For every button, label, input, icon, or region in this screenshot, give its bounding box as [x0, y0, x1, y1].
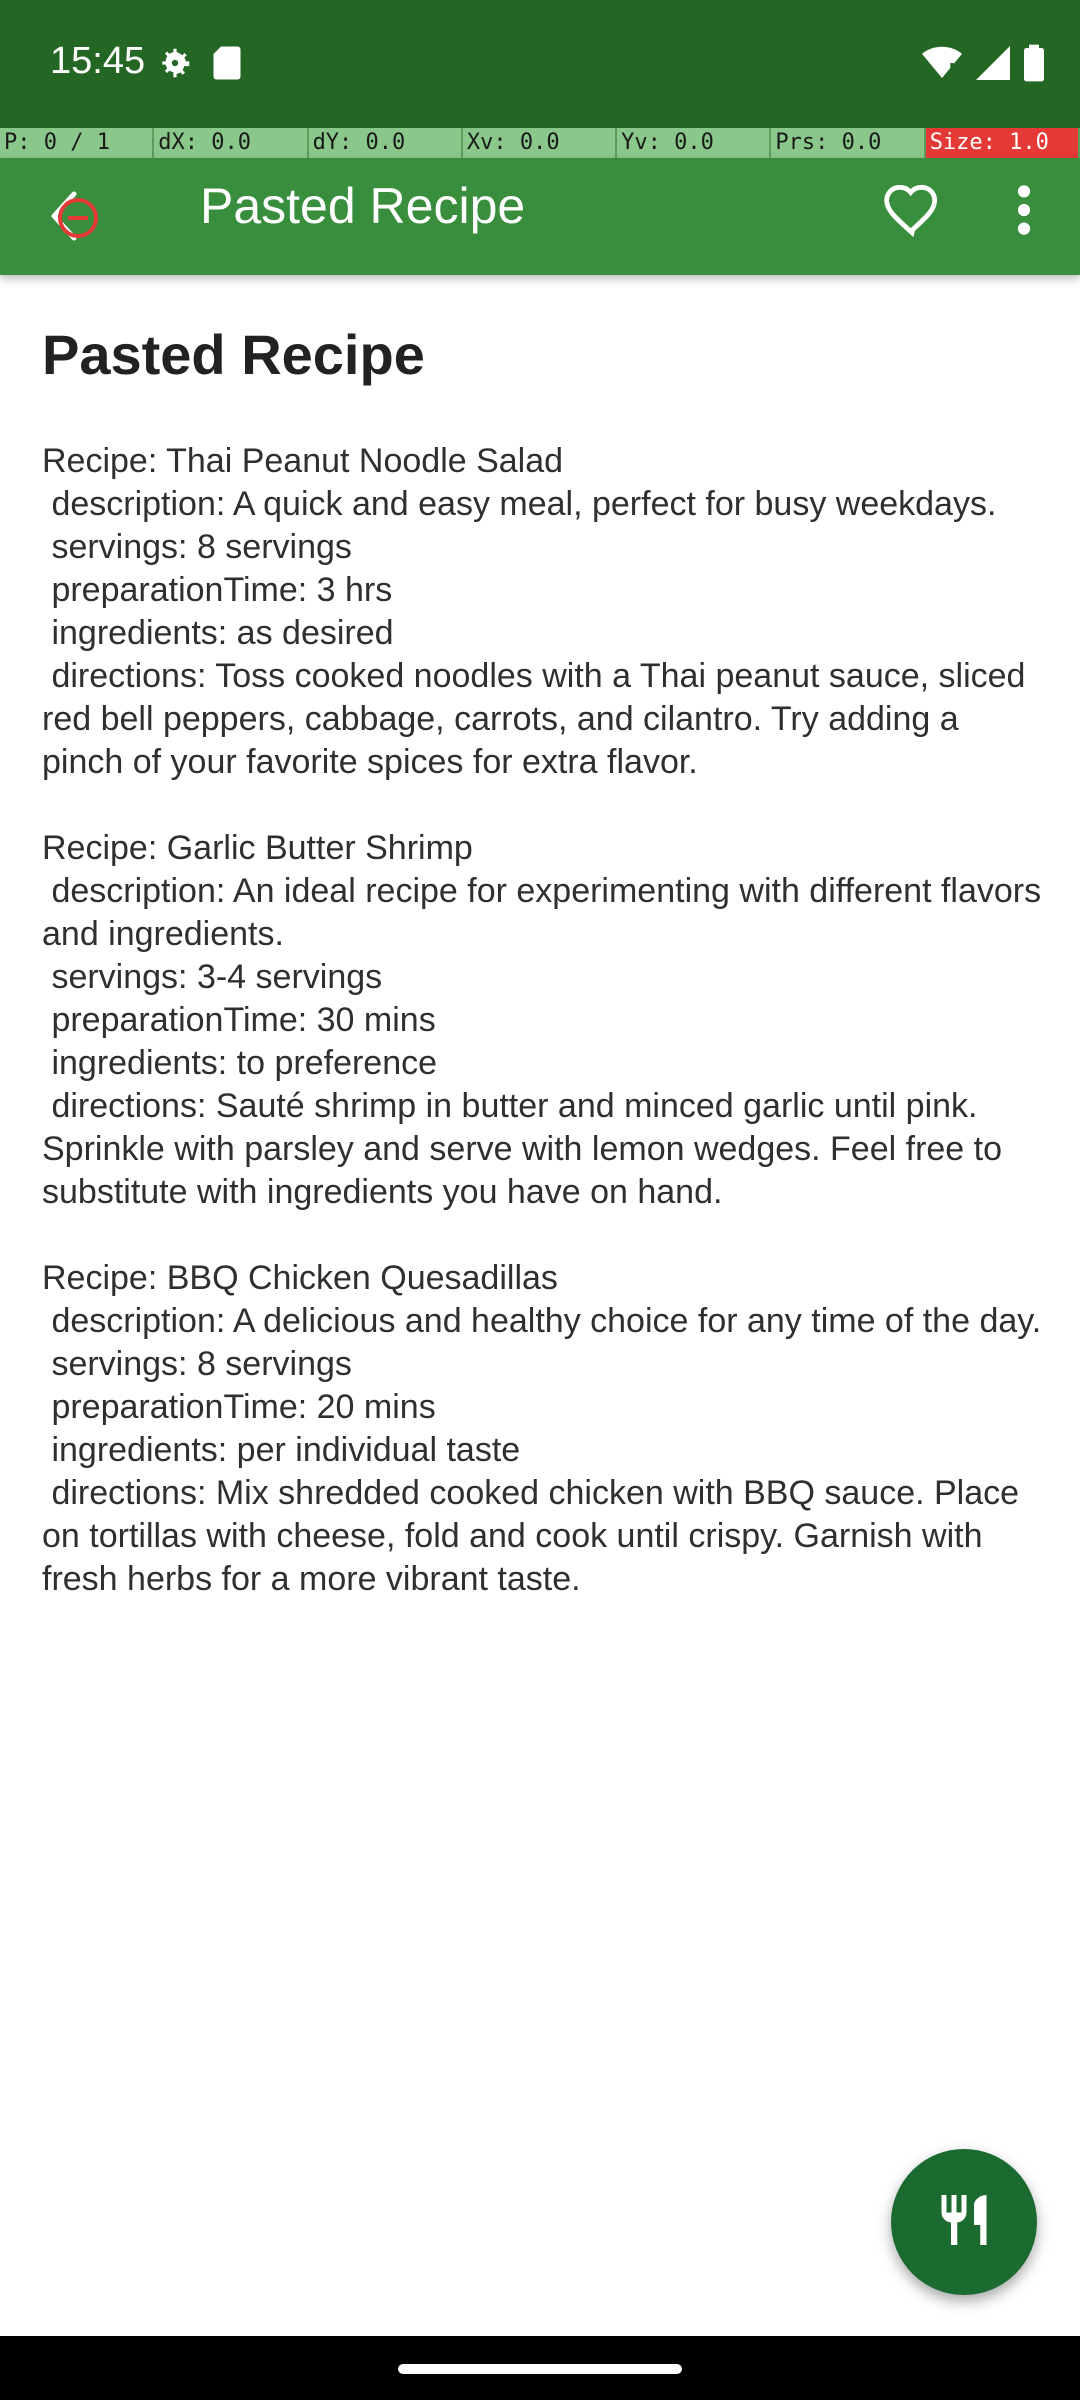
recipe-ingredients: ingredients: to preference: [42, 1044, 438, 1082]
system-nav-bar: [0, 2336, 1080, 2400]
recipe-servings: servings: 3-4 servings: [42, 958, 383, 996]
recipe-text: Recipe: Thai Peanut Noodle Salad descrip…: [42, 440, 1042, 1601]
recipe-ingredients: ingredients: as desired: [42, 614, 394, 652]
status-time: 15:45: [50, 40, 146, 82]
recipe-description: description: An ideal recipe for experim…: [42, 872, 1051, 953]
recipe-preparation-time: preparationTime: 30 mins: [42, 1001, 436, 1039]
restaurant-icon: [934, 2190, 994, 2255]
pointer-location-overlay: P: 0 / 1 dX: 0.0 dY: 0.0 Xv: 0.0 Yv: 0.0…: [0, 128, 1080, 158]
recipe-ingredients: ingredients: per individual taste: [42, 1431, 521, 1469]
pointer-size: Size: 1.0: [925, 128, 1080, 158]
recipe-directions: directions: Toss cooked noodles with a T…: [42, 657, 1035, 781]
recipe-block: Recipe: BBQ Chicken Quesadillas descript…: [42, 1257, 1042, 1601]
recipe-name: Recipe: Thai Peanut Noodle Salad: [42, 442, 564, 480]
recipe-name: Recipe: Garlic Butter Shrimp: [42, 829, 473, 867]
recipe-directions: directions: Mix shredded cooked chicken …: [42, 1474, 1029, 1598]
recipe-servings: servings: 8 servings: [42, 528, 352, 566]
wifi-icon: [922, 45, 962, 86]
pointer-yv: Yv: 0.0: [617, 128, 772, 158]
recipe-description: description: A delicious and healthy cho…: [42, 1302, 1042, 1340]
sd-card-icon: [212, 45, 242, 86]
pointer-xv: Xv: 0.0: [462, 128, 618, 158]
settings-icon: [156, 44, 194, 87]
status-bar: 15:45: [0, 0, 1080, 128]
cook-fab-button[interactable]: [891, 2149, 1037, 2295]
recipe-name: Recipe: BBQ Chicken Quesadillas: [42, 1259, 558, 1297]
battery-icon: [1024, 44, 1044, 87]
app-bar-title: Pasted Recipe: [200, 178, 526, 234]
recipe-block: Recipe: Garlic Butter Shrimp description…: [42, 827, 1042, 1214]
pointer-dy: dY: 0.0: [308, 128, 463, 158]
status-right-icons: [922, 44, 1044, 87]
pointer-dx: dX: 0.0: [154, 128, 309, 158]
back-icon[interactable]: [44, 184, 108, 248]
recipe-preparation-time: preparationTime: 3 hrs: [42, 571, 393, 609]
recipe-block: Recipe: Thai Peanut Noodle Salad descrip…: [42, 440, 1042, 784]
signal-icon: [976, 45, 1010, 86]
recipe-servings: servings: 8 servings: [42, 1345, 352, 1383]
pointer-count: P: 0 / 1: [0, 128, 155, 158]
pointer-pressure: Prs: 0.0: [771, 128, 926, 158]
app-bar: Pasted Recipe: [0, 158, 1080, 275]
home-gesture-handle[interactable]: [398, 2364, 682, 2374]
more-vert-icon[interactable]: [1000, 178, 1048, 242]
status-left-icons: [156, 44, 242, 87]
recipe-directions: directions: Sauté shrimp in butter and m…: [42, 1087, 1012, 1211]
heart-icon[interactable]: [880, 178, 944, 242]
page-heading: Pasted Recipe: [42, 323, 425, 386]
recipe-description: description: A quick and easy meal, perf…: [42, 485, 997, 523]
recipe-preparation-time: preparationTime: 20 mins: [42, 1388, 436, 1426]
